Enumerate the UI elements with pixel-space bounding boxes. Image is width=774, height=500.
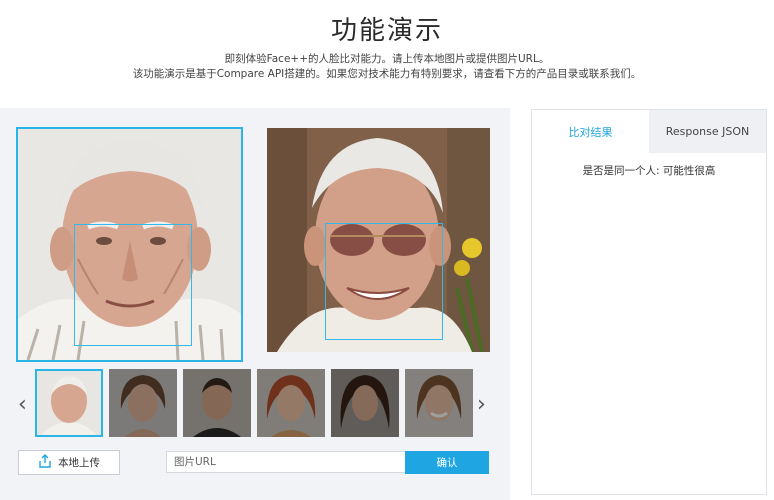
upload-local-button[interactable]: 本地上传: [18, 450, 120, 475]
intro-line-2: 该功能演示是基于Compare API搭建的。如果您对技术能力有特别要求，请查看…: [132, 68, 642, 80]
tab-compare-result[interactable]: 比对结果: [532, 110, 649, 153]
gallery-prev-button[interactable]: ‹: [18, 392, 27, 417]
thumbnail-6[interactable]: [405, 369, 473, 437]
upload-local-label: 本地上传: [58, 457, 100, 469]
chevron-right-icon: ›: [477, 392, 486, 417]
tab-response-json[interactable]: Response JSON: [649, 110, 766, 153]
chevron-left-icon: ‹: [18, 392, 27, 417]
intro-text: 即刻体验Face++的人脸比对能力。请上传本地图片或提供图片URL。 该功能演示…: [0, 52, 774, 82]
photo-left[interactable]: [16, 127, 243, 362]
thumbnail-dim-overlay: [257, 369, 325, 437]
thumbnail-dim-overlay: [331, 369, 399, 437]
face-detection-box-right: [325, 223, 443, 340]
thumbnail-3[interactable]: [183, 369, 251, 437]
thumbnail-4[interactable]: [257, 369, 325, 437]
intro-line-1: 即刻体验Face++的人脸比对能力。请上传本地图片或提供图片URL。: [224, 53, 550, 65]
thumbnail-strip: [35, 369, 475, 437]
page-title: 功能演示: [330, 16, 443, 46]
upload-icon: [38, 454, 52, 471]
result-tabs: 比对结果 Response JSON: [532, 110, 766, 153]
gallery-next-button[interactable]: ›: [477, 392, 486, 417]
thumbnail-1[interactable]: [35, 369, 103, 437]
confirm-button[interactable]: 确认: [405, 451, 489, 474]
image-url-input[interactable]: [166, 451, 406, 473]
face-detection-box-left: [74, 224, 192, 346]
thumbnail-2[interactable]: [109, 369, 177, 437]
result-verdict: 是否是同一个人: 可能性很高: [582, 165, 716, 177]
photo-right[interactable]: [267, 128, 490, 352]
thumbnail-dim-overlay: [109, 369, 177, 437]
thumbnail-dim-overlay: [183, 369, 251, 437]
demo-panel: [0, 108, 510, 500]
result-panel: 比对结果 Response JSON 是否是同一个人: 可能性很高: [531, 109, 767, 495]
thumbnail-5[interactable]: [331, 369, 399, 437]
thumbnail-dim-overlay: [405, 369, 473, 437]
